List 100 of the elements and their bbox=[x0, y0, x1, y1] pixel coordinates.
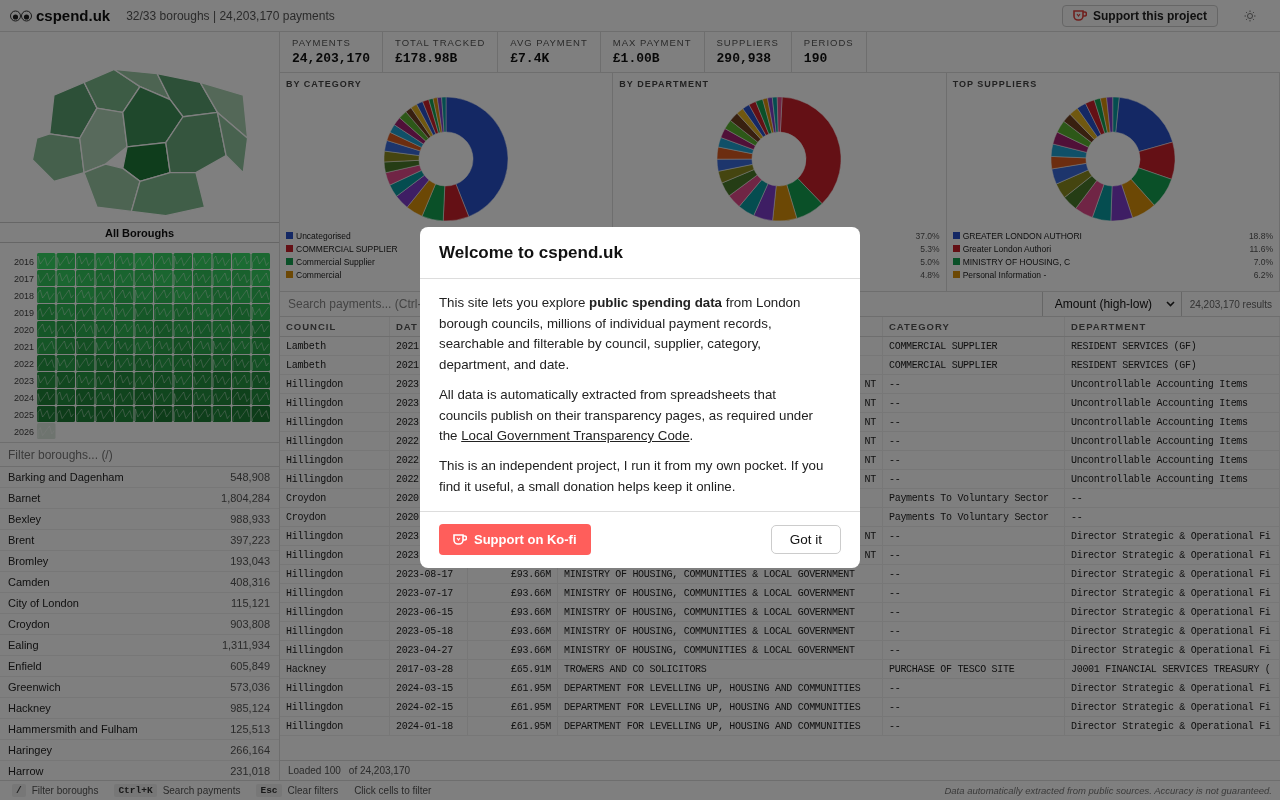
table-cell[interactable]: 2024-01-18 bbox=[390, 717, 468, 735]
table-cell[interactable]: £93.66M bbox=[468, 641, 558, 659]
table-cell[interactable]: RESIDENT SERVICES (GF) bbox=[1065, 337, 1280, 355]
table-cell[interactable]: Hillingdon bbox=[280, 413, 390, 431]
table-cell[interactable]: Director Strategic & Operational Fi bbox=[1065, 622, 1280, 640]
sort-select[interactable]: Amount (high-low) bbox=[1041, 292, 1182, 316]
table-cell[interactable]: Director Strategic & Operational Fi bbox=[1065, 527, 1280, 545]
borough-list-item[interactable]: Brent 397,223 bbox=[0, 530, 279, 551]
table-cell[interactable]: Director Strategic & Operational Fi bbox=[1065, 565, 1280, 583]
borough-list-item[interactable]: Haringey 266,164 bbox=[0, 740, 279, 761]
table-cell[interactable]: Uncontrollable Accounting Items bbox=[1065, 413, 1280, 431]
support-kofi-button[interactable]: Support on Ko-fi bbox=[439, 524, 591, 556]
table-cell[interactable]: £93.66M bbox=[468, 603, 558, 621]
table-cell[interactable]: TROWERS AND CO SOLICITORS bbox=[558, 660, 883, 678]
borough-list-item[interactable]: Camden 408,316 bbox=[0, 572, 279, 593]
table-cell[interactable]: Hackney bbox=[280, 660, 390, 678]
table-cell[interactable]: Croydon bbox=[280, 489, 390, 507]
theme-toggle-icon[interactable] bbox=[1244, 9, 1256, 22]
support-button[interactable]: Support this project bbox=[1062, 4, 1218, 27]
table-cell[interactable]: Hillingdon bbox=[280, 584, 390, 602]
table-cell[interactable]: £93.66M bbox=[468, 622, 558, 640]
borough-list-item[interactable]: Bromley 193,043 bbox=[0, 551, 279, 572]
table-cell[interactable]: MINISTRY OF HOUSING, COMMUNITIES & LOCAL GOVERNMENT bbox=[558, 622, 883, 640]
got-it-button[interactable]: Got it bbox=[770, 525, 841, 555]
table-cell[interactable]: -- bbox=[883, 394, 1065, 412]
table-cell[interactable]: MINISTRY OF HOUSING, COMMUNITIES & LOCAL GOVERNMENT bbox=[558, 584, 883, 602]
table-cell[interactable]: DEPARTMENT FOR LEVELLING UP, HOUSING AND COMMUNITIES bbox=[558, 679, 883, 697]
table-cell[interactable]: COMMERCIAL SUPPLIER bbox=[883, 356, 1065, 374]
borough-list-item[interactable]: Hammersmith and Fulham 125,513 bbox=[0, 719, 279, 740]
table-cell[interactable]: COMMERCIAL SUPPLIER bbox=[883, 337, 1065, 355]
table-cell[interactable]: Hillingdon bbox=[280, 622, 390, 640]
table-cell[interactable]: 2023-06-15 bbox=[390, 603, 468, 621]
table-cell[interactable]: Uncontrollable Accounting Items bbox=[1065, 432, 1280, 450]
borough-list-item[interactable]: City of London 115,121 bbox=[0, 593, 279, 614]
table-cell[interactable]: Director Strategic & Operational Fi bbox=[1065, 641, 1280, 659]
table-cell[interactable]: Director Strategic & Operational Fi bbox=[1065, 717, 1280, 735]
table-cell[interactable]: Hillingdon bbox=[280, 679, 390, 697]
table-cell[interactable]: Hillingdon bbox=[280, 565, 390, 583]
table-cell[interactable]: 2023-07-17 bbox=[390, 584, 468, 602]
table-cell[interactable]: Payments To Voluntary Sector bbox=[883, 508, 1065, 526]
table-cell[interactable]: -- bbox=[883, 679, 1065, 697]
table-cell[interactable]: Hillingdon bbox=[280, 698, 390, 716]
table-cell[interactable]: Director Strategic & Operational Fi bbox=[1065, 584, 1280, 602]
table-cell[interactable]: -- bbox=[883, 584, 1065, 602]
table-cell[interactable]: Director Strategic & Operational Fi bbox=[1065, 603, 1280, 621]
table-cell[interactable]: -- bbox=[883, 565, 1065, 583]
table-cell[interactable]: -- bbox=[883, 698, 1065, 716]
table-cell[interactable]: £61.95M bbox=[468, 679, 558, 697]
table-cell[interactable]: Director Strategic & Operational Fi bbox=[1065, 546, 1280, 564]
table-cell[interactable]: £61.95M bbox=[468, 698, 558, 716]
table-cell[interactable]: Hillingdon bbox=[280, 394, 390, 412]
table-cell[interactable]: -- bbox=[883, 717, 1065, 735]
table-cell[interactable]: Hillingdon bbox=[280, 641, 390, 659]
table-cell[interactable]: -- bbox=[883, 603, 1065, 621]
table-cell[interactable]: Hillingdon bbox=[280, 527, 390, 545]
table-cell[interactable]: 2024-02-15 bbox=[390, 698, 468, 716]
table-cell[interactable]: Hillingdon bbox=[280, 603, 390, 621]
table-cell[interactable]: DEPARTMENT FOR LEVELLING UP, HOUSING AND COMMUNITIES bbox=[558, 698, 883, 716]
table-cell[interactable]: Director Strategic & Operational Fi bbox=[1065, 698, 1280, 716]
table-cell[interactable]: -- bbox=[883, 527, 1065, 545]
column-header[interactable]: COUNCIL bbox=[280, 317, 390, 336]
table-cell[interactable]: -- bbox=[883, 546, 1065, 564]
table-cell[interactable]: 2024-03-15 bbox=[390, 679, 468, 697]
borough-list-item[interactable]: Barnet 1,804,284 bbox=[0, 488, 279, 509]
borough-list-item[interactable]: Barking and Dagenham 548,908 bbox=[0, 467, 279, 488]
borough-list-item[interactable]: Ealing 1,311,934 bbox=[0, 635, 279, 656]
table-cell[interactable]: -- bbox=[883, 622, 1065, 640]
borough-list-item[interactable]: Croydon 903,808 bbox=[0, 614, 279, 635]
borough-list-item[interactable]: Hackney 985,124 bbox=[0, 698, 279, 719]
borough-list-item[interactable]: Bexley 988,933 bbox=[0, 509, 279, 530]
table-cell[interactable]: Hillingdon bbox=[280, 470, 390, 488]
table-cell[interactable]: RESIDENT SERVICES (GF) bbox=[1065, 356, 1280, 374]
table-cell[interactable]: Hillingdon bbox=[280, 375, 390, 393]
table-cell[interactable]: Uncontrollable Accounting Items bbox=[1065, 394, 1280, 412]
table-cell[interactable]: Payments To Voluntary Sector bbox=[883, 489, 1065, 507]
table-cell[interactable]: MINISTRY OF HOUSING, COMMUNITIES & LOCAL GOVERNMENT bbox=[558, 603, 883, 621]
table-cell[interactable]: -- bbox=[1065, 489, 1280, 507]
table-cell[interactable]: Uncontrollable Accounting Items bbox=[1065, 470, 1280, 488]
table-cell[interactable]: -- bbox=[883, 413, 1065, 431]
table-cell[interactable]: Hillingdon bbox=[280, 717, 390, 735]
table-cell[interactable]: DEPARTMENT FOR LEVELLING UP, HOUSING AND COMMUNITIES bbox=[558, 717, 883, 735]
table-cell[interactable]: J0001 FINANCIAL SERVICES TREASURY ( bbox=[1065, 660, 1280, 678]
table-cell[interactable]: 2023-04-27 bbox=[390, 641, 468, 659]
table-cell[interactable]: Lambeth bbox=[280, 337, 390, 355]
table-cell[interactable]: -- bbox=[883, 470, 1065, 488]
table-cell[interactable]: £93.66M bbox=[468, 584, 558, 602]
table-cell[interactable]: Hillingdon bbox=[280, 546, 390, 564]
table-cell[interactable]: MINISTRY OF HOUSING, COMMUNITIES & LOCAL GOVERNMENT bbox=[558, 641, 883, 659]
table-cell[interactable]: Croydon bbox=[280, 508, 390, 526]
table-cell[interactable]: £61.95M bbox=[468, 717, 558, 735]
table-cell[interactable]: PURCHASE OF TESCO SITE bbox=[883, 660, 1065, 678]
transparency-code-link[interactable]: Local Government Transparency Code bbox=[461, 428, 690, 444]
borough-list-item[interactable]: Greenwich 573,036 bbox=[0, 677, 279, 698]
table-cell[interactable]: Director Strategic & Operational Fi bbox=[1065, 679, 1280, 697]
table-cell[interactable]: -- bbox=[883, 375, 1065, 393]
table-cell[interactable]: 2023-05-18 bbox=[390, 622, 468, 640]
table-cell[interactable]: -- bbox=[883, 641, 1065, 659]
table-cell[interactable]: £65.91M bbox=[468, 660, 558, 678]
table-cell[interactable]: Uncontrollable Accounting Items bbox=[1065, 375, 1280, 393]
table-cell[interactable]: 2017-03-28 bbox=[390, 660, 468, 678]
